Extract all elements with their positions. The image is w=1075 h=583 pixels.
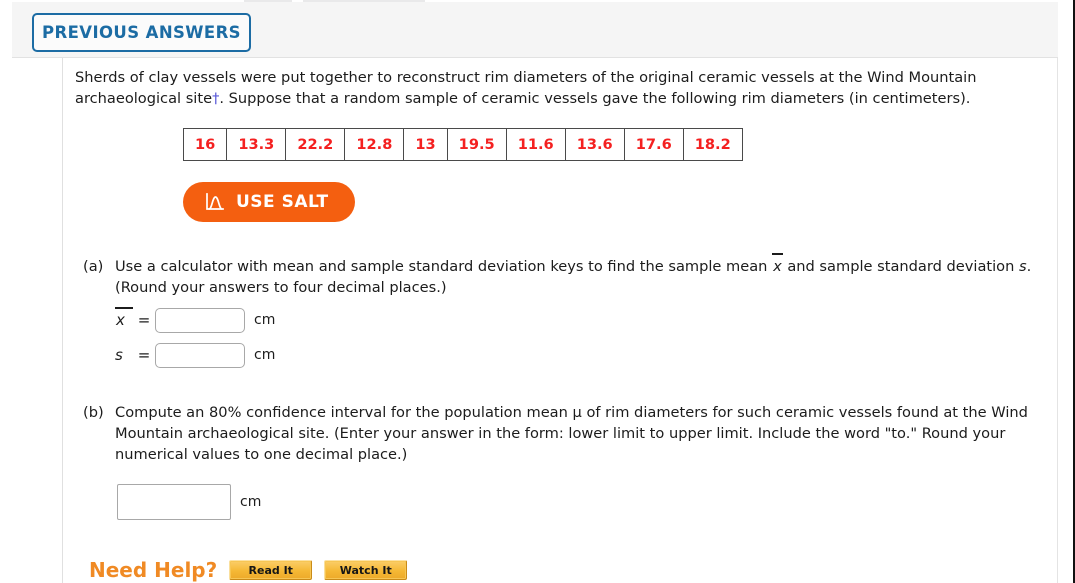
x-bar-unit: cm bbox=[254, 312, 276, 328]
use-salt-wrapper: USE SALT bbox=[183, 182, 1043, 222]
problem-page: PREVIOUS ANSWERS Sherds of clay vessels … bbox=[0, 0, 1075, 583]
part-a-label: (a) bbox=[83, 258, 104, 275]
part-b-label: (b) bbox=[83, 404, 104, 421]
left-divider bbox=[62, 58, 63, 583]
x-bar-label: x bbox=[115, 307, 133, 331]
use-salt-label: USE SALT bbox=[236, 192, 329, 212]
s-label: s bbox=[115, 346, 123, 364]
table-cell: 19.5 bbox=[446, 128, 507, 161]
part-a-text-segment-1: Use a calculator with mean and sample st… bbox=[115, 258, 773, 275]
equals-sign: = bbox=[137, 346, 151, 364]
table-cell: 13.3 bbox=[226, 128, 287, 161]
s-answer-row: s = cm bbox=[115, 343, 1043, 368]
x-bar-answer-row: x = cm bbox=[115, 307, 1043, 333]
problem-statement-text-2: . Suppose that a random sample of cerami… bbox=[219, 90, 971, 107]
table-cell: 11.6 bbox=[505, 128, 566, 161]
x-bar-input[interactable] bbox=[155, 308, 245, 333]
rim-diameter-table-wrapper: 16 13.3 22.2 12.8 13 19.5 11.6 13.6 17.6… bbox=[182, 128, 1043, 161]
part-a-text-segment-2: and sample standard deviation bbox=[782, 258, 1019, 275]
table-row: 16 13.3 22.2 12.8 13 19.5 11.6 13.6 17.6… bbox=[182, 128, 743, 161]
content-area: Sherds of clay vessels were put together… bbox=[12, 58, 1058, 583]
use-salt-button[interactable]: USE SALT bbox=[183, 182, 355, 222]
question-part-b: (b) Compute an 80% confidence interval f… bbox=[75, 402, 1043, 520]
part-b-body: Compute an 80% confidence interval for t… bbox=[115, 402, 1043, 520]
header-bar: PREVIOUS ANSWERS bbox=[12, 2, 1058, 58]
s-symbol: s bbox=[1018, 258, 1027, 275]
rim-diameter-table: 16 13.3 22.2 12.8 13 19.5 11.6 13.6 17.6… bbox=[182, 128, 743, 161]
question-part-a: (a) Use a calculator with mean and sampl… bbox=[75, 253, 1043, 368]
previous-answers-button[interactable]: PREVIOUS ANSWERS bbox=[32, 13, 251, 52]
read-it-button[interactable]: Read It bbox=[229, 560, 313, 580]
problem-statement: Sherds of clay vessels were put together… bbox=[75, 67, 987, 109]
x-bar-symbol: x bbox=[772, 253, 783, 275]
s-unit: cm bbox=[254, 347, 276, 363]
part-a-rounding-note: (Round your answers to four decimal plac… bbox=[115, 279, 447, 296]
table-cell: 22.2 bbox=[285, 128, 346, 161]
s-input[interactable] bbox=[155, 343, 245, 368]
watch-it-button[interactable]: Watch It bbox=[324, 560, 408, 580]
confidence-interval-input[interactable] bbox=[117, 484, 231, 520]
need-help-section: Need Help? Read It Watch It bbox=[89, 558, 408, 582]
problem-content: Sherds of clay vessels were put together… bbox=[75, 67, 1043, 520]
table-cell: 16 bbox=[182, 128, 228, 161]
confidence-interval-answer-row: cm bbox=[117, 484, 1043, 520]
table-cell: 18.2 bbox=[682, 128, 743, 161]
part-a-text: Use a calculator with mean and sample st… bbox=[115, 253, 1033, 277]
part-a-body: Use a calculator with mean and sample st… bbox=[115, 253, 1043, 368]
table-cell: 17.6 bbox=[623, 128, 684, 161]
table-cell: 13 bbox=[403, 128, 448, 161]
part-a-text-segment-3: . bbox=[1026, 258, 1032, 275]
part-b-text: Compute an 80% confidence interval for t… bbox=[115, 404, 1028, 463]
confidence-interval-unit: cm bbox=[240, 493, 262, 510]
table-cell: 13.6 bbox=[564, 128, 625, 161]
equals-sign: = bbox=[137, 311, 151, 329]
distribution-curve-icon bbox=[205, 192, 225, 212]
need-help-label: Need Help? bbox=[89, 558, 218, 582]
table-cell: 12.8 bbox=[344, 128, 405, 161]
